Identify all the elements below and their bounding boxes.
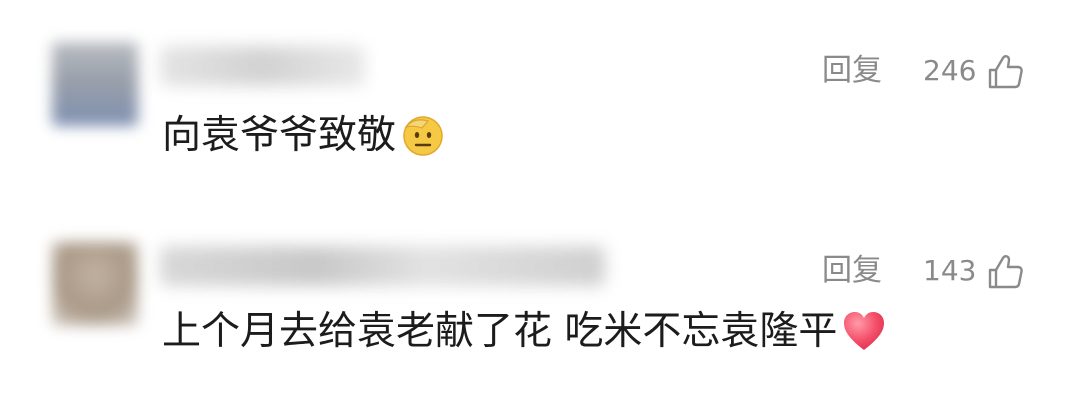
like-count: 143 (923, 254, 977, 287)
comment-item: 回复 246 向袁爷爷致敬 (0, 0, 1080, 200)
username-blurred[interactable] (160, 46, 365, 86)
salute-face-emoji-icon (403, 115, 443, 156)
reply-button[interactable]: 回复 (822, 253, 882, 289)
thumbs-up-icon[interactable] (985, 52, 1025, 92)
username-blurred[interactable] (160, 246, 605, 286)
avatar[interactable] (52, 242, 138, 326)
comment-text: 上个月去给袁老献了花 吃米不忘袁隆平 (162, 308, 887, 356)
thumbs-up-icon[interactable] (985, 252, 1025, 292)
comment-body: 上个月去给袁老献了花 吃米不忘袁隆平 (162, 309, 838, 354)
reply-button[interactable]: 回复 (822, 53, 882, 89)
avatar[interactable] (52, 42, 138, 126)
comment-item: 回复 143 上个月去给袁老献了花 吃米不忘袁隆平 (0, 200, 1080, 405)
comment-text: 向袁爷爷致敬 (162, 112, 446, 161)
heart-emoji-icon (844, 311, 885, 350)
like-count: 246 (923, 54, 977, 87)
comment-body: 向袁爷爷致敬 (162, 113, 397, 158)
